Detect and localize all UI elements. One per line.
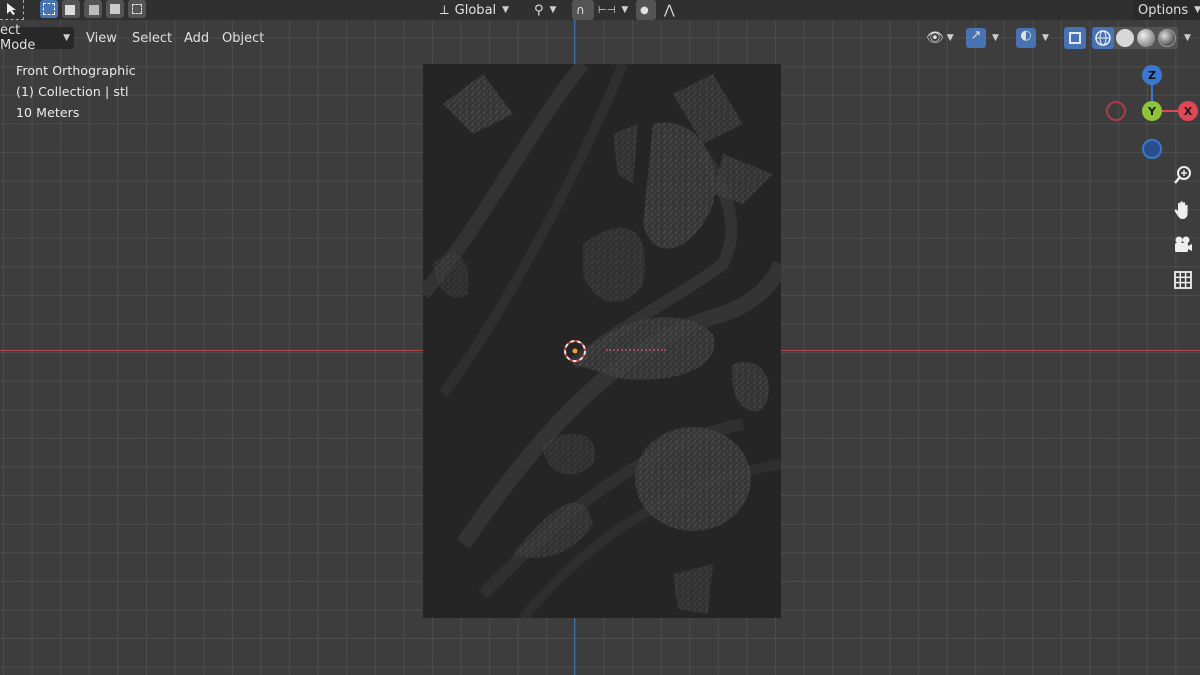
gizmo-dropdown[interactable]: ↗ ▼: [962, 27, 1006, 49]
zoom-icon: [1174, 166, 1191, 184]
wireframe-shading-button[interactable]: [1092, 27, 1114, 49]
gizmo-y-button[interactable]: Y: [1142, 101, 1162, 121]
chevron-down-icon: ▼: [63, 33, 70, 43]
chevron-down-icon: ▼: [621, 5, 629, 15]
proportional-edit-toggle[interactable]: ●: [636, 0, 656, 20]
menu-object[interactable]: Object: [218, 27, 268, 49]
xray-icon: [1069, 32, 1081, 44]
3d-cursor-icon[interactable]: [562, 338, 588, 364]
snap-target-dropdown[interactable]: ⊢⊣ ▼: [594, 0, 630, 20]
select-difference-icon[interactable]: [106, 0, 124, 18]
select-subtract-icon[interactable]: [84, 0, 102, 18]
snap-increment-icon: ⊢⊣: [598, 4, 616, 16]
gizmo-icon: ↗: [966, 28, 986, 48]
falloff-dropdown[interactable]: ⋀: [660, 0, 682, 20]
gizmo-neg-z-button[interactable]: [1142, 139, 1162, 159]
menu-object-label: Object: [222, 30, 265, 46]
origin-dotted-line: [606, 349, 666, 351]
menu-view[interactable]: View: [82, 27, 121, 49]
chevron-down-icon: ▼: [1184, 33, 1191, 43]
xray-toggle[interactable]: [1064, 27, 1086, 49]
orientation-axes-icon: ⟂: [440, 2, 449, 18]
material-shading-button[interactable]: [1137, 29, 1155, 47]
transform-orientation-dropdown[interactable]: ⟂ Global ▼: [436, 0, 522, 20]
select-new-icon[interactable]: [40, 0, 58, 18]
select-extend-icon[interactable]: [62, 0, 80, 18]
gizmo-x-button[interactable]: X: [1178, 101, 1198, 121]
overlays-dropdown[interactable]: ◐ ▼: [1012, 27, 1056, 49]
orientation-label: Global: [454, 2, 497, 18]
options-dropdown[interactable]: Options ▼: [1134, 0, 1200, 20]
camera-icon: [1175, 236, 1192, 252]
solid-shading-button[interactable]: [1116, 29, 1134, 47]
chevron-down-icon: ▼: [992, 33, 999, 43]
mode-label: ect Mode: [0, 23, 36, 53]
visibility-dropdown[interactable]: 👁 ▼: [922, 27, 958, 49]
hand-icon: [1174, 201, 1188, 219]
magnet-icon: ∩: [576, 3, 585, 17]
eye-icon: 👁: [926, 30, 944, 46]
rendered-shading-button[interactable]: [1158, 29, 1176, 47]
navigation-gizmo[interactable]: Z Y X: [1100, 60, 1200, 160]
falloff-curve-icon: ⋀: [664, 2, 675, 18]
camera-view-button[interactable]: [1170, 232, 1196, 258]
overlays-icon: ◐: [1016, 28, 1036, 48]
pan-button[interactable]: [1170, 197, 1196, 223]
grid-icon: [1174, 271, 1192, 289]
view-name: Front Orthographic: [16, 63, 136, 78]
menu-add-label: Add: [184, 30, 210, 46]
collection-info: (1) Collection | stl: [16, 84, 129, 99]
gizmo-neg-x-button[interactable]: [1106, 101, 1126, 121]
wireframe-sphere-icon: [1095, 30, 1111, 46]
zoom-button[interactable]: [1170, 162, 1196, 188]
snap-toggle[interactable]: ∩: [572, 0, 594, 20]
mesh-relief: [423, 64, 781, 618]
menu-view-label: View: [86, 30, 117, 46]
menu-add[interactable]: Add: [180, 27, 213, 49]
select-tool-button[interactable]: [0, 0, 24, 20]
select-intersect-icon[interactable]: [128, 0, 146, 18]
pivot-icon: ⚲: [534, 2, 544, 18]
menu-select[interactable]: Select: [128, 27, 176, 49]
pivot-point-dropdown[interactable]: ⚲ ▼: [530, 0, 566, 20]
chevron-down-icon: ▼: [946, 33, 954, 43]
chevron-down-icon: ▼: [502, 5, 510, 15]
cursor-arrow-icon: [7, 3, 16, 15]
options-label: Options: [1138, 2, 1189, 18]
menu-select-label: Select: [132, 30, 173, 46]
grid-scale: 10 Meters: [16, 105, 80, 120]
viewport-header: ⟂ Global ▼ ⚲ ▼ ∩ ⊢⊣ ▼ ● ⋀ Options ▼: [0, 0, 1200, 20]
chevron-down-icon: ▼: [1042, 33, 1049, 43]
chevron-down-icon: ▼: [549, 5, 557, 15]
mode-selector[interactable]: ect Mode ▼: [0, 23, 74, 53]
dot-icon: ●: [640, 4, 649, 16]
gizmo-z-button[interactable]: Z: [1142, 65, 1162, 85]
stl-mesh-object[interactable]: [423, 64, 781, 618]
chevron-down-icon: ▼: [1194, 5, 1200, 15]
shading-options-dropdown[interactable]: ▼: [1178, 27, 1200, 49]
3d-viewport[interactable]: [0, 0, 1200, 675]
toggle-ortho-button[interactable]: [1170, 267, 1196, 293]
